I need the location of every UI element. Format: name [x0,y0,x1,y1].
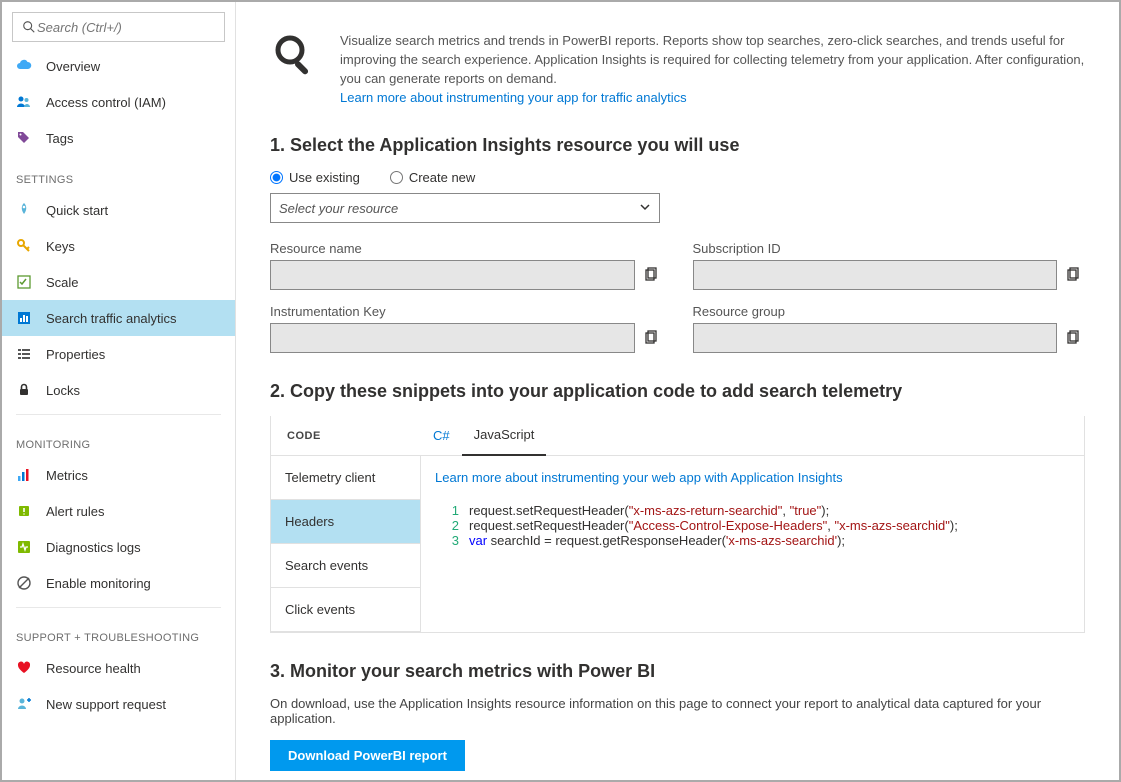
sidebar-label: Overview [46,59,100,74]
input-resource-name[interactable] [270,260,635,290]
support-icon [16,696,32,712]
nav-group-settings: SETTINGS [2,156,235,192]
nav-group-support: SUPPORT + TROUBLESHOOTING [2,614,235,650]
radio-label: Use existing [289,170,360,185]
copy-button[interactable] [639,263,663,287]
sidebar-item-traffic-analytics[interactable]: Search traffic analytics [2,300,235,336]
scale-icon [16,274,32,290]
download-powerbi-button[interactable]: Download PowerBI report [270,740,465,771]
sidebar-label: Access control (IAM) [46,95,166,110]
tab-csharp[interactable]: C# [421,416,462,456]
sidebar-item-scale[interactable]: Scale [2,264,235,300]
sidebar-item-alerts[interactable]: Alert rules [2,493,235,529]
sidebar-item-new-support[interactable]: New support request [2,686,235,722]
sidebar-label: Resource health [46,661,141,676]
monitoring-off-icon [16,575,32,591]
alert-icon [16,503,32,519]
radio-use-existing-input[interactable] [270,171,283,184]
sidebar-label: Scale [46,275,79,290]
heart-icon [16,660,32,676]
input-resource-group[interactable] [693,323,1058,353]
codenav-headers[interactable]: Headers [271,500,420,544]
search-input[interactable] [37,20,216,35]
code-snippet: 1request.setRequestHeader("x-ms-azs-retu… [435,503,1070,548]
sidebar-label: Tags [46,131,73,146]
lock-icon [16,382,32,398]
code-area: CODE C# JavaScript Telemetry client Head… [270,416,1085,633]
sidebar-label: Keys [46,239,75,254]
sidebar-item-resource-health[interactable]: Resource health [2,650,235,686]
sidebar-label: Search traffic analytics [46,311,177,326]
section3-heading: 3. Monitor your search metrics with Powe… [270,661,1085,682]
section2-heading: 2. Copy these snippets into your applica… [270,381,1085,402]
radio-use-existing[interactable]: Use existing [270,170,360,185]
tag-icon [16,130,32,146]
codenav-search-events[interactable]: Search events [271,544,420,588]
sidebar-item-diagnostics[interactable]: Diagnostics logs [2,529,235,565]
sidebar-label: Properties [46,347,105,362]
copy-button[interactable] [1061,326,1085,350]
copy-button[interactable] [1061,263,1085,287]
sidebar-item-properties[interactable]: Properties [2,336,235,372]
properties-icon [16,346,32,362]
select-placeholder: Select your resource [279,201,398,216]
analytics-icon [16,310,32,326]
tab-javascript[interactable]: JavaScript [462,416,547,456]
section3-description: On download, use the Application Insight… [270,696,1085,726]
learn-more-link[interactable]: Learn more about instrumenting your app … [340,90,687,105]
diagnostics-icon [16,539,32,555]
sidebar-label: Enable monitoring [46,576,151,591]
sidebar-item-overview[interactable]: Overview [2,48,235,84]
label-instrumentation-key: Instrumentation Key [270,304,663,319]
nav-separator [16,607,221,608]
sidebar-item-tags[interactable]: Tags [2,120,235,156]
intro-text: Visualize search metrics and trends in P… [340,33,1084,86]
sidebar-item-keys[interactable]: Keys [2,228,235,264]
search-box[interactable] [12,12,225,42]
cloud-icon [16,58,32,74]
get-powerbi-desktop-link[interactable]: Get PowerBI desktop [270,779,393,780]
radio-create-new-input[interactable] [390,171,403,184]
sidebar-label: Alert rules [46,504,105,519]
sidebar-item-enable-monitoring[interactable]: Enable monitoring [2,565,235,601]
codenav-telemetry[interactable]: Telemetry client [271,456,420,500]
sidebar: Overview Access control (IAM) Tags SETTI… [2,2,236,780]
input-instrumentation-key[interactable] [270,323,635,353]
metrics-icon [16,467,32,483]
input-subscription-id[interactable] [693,260,1058,290]
rocket-icon [16,202,32,218]
codenav-click-events[interactable]: Click events [271,588,420,632]
main-content: Visualize search metrics and trends in P… [236,2,1119,780]
sidebar-label: Quick start [46,203,108,218]
search-icon [21,19,37,35]
nav-separator [16,414,221,415]
sidebar-label: Locks [46,383,80,398]
sidebar-item-metrics[interactable]: Metrics [2,457,235,493]
section1-heading: 1. Select the Application Insights resou… [270,135,1085,156]
code-label: CODE [271,430,421,442]
copy-button[interactable] [639,326,663,350]
resource-select[interactable]: Select your resource [270,193,660,223]
people-icon [16,94,32,110]
radio-create-new[interactable]: Create new [390,170,475,185]
sidebar-label: New support request [46,697,166,712]
radio-label: Create new [409,170,475,185]
sidebar-label: Diagnostics logs [46,540,141,555]
label-resource-name: Resource name [270,241,663,256]
nav-group-monitoring: MONITORING [2,421,235,457]
sidebar-item-quickstart[interactable]: Quick start [2,192,235,228]
sidebar-item-locks[interactable]: Locks [2,372,235,408]
learn-appinsights-link[interactable]: Learn more about instrumenting your web … [435,470,843,485]
sidebar-label: Metrics [46,468,88,483]
sidebar-item-iam[interactable]: Access control (IAM) [2,84,235,120]
label-subscription-id: Subscription ID [693,241,1086,256]
label-resource-group: Resource group [693,304,1086,319]
chevron-down-icon [639,201,651,216]
key-icon [16,238,32,254]
magnifier-icon [270,32,318,107]
